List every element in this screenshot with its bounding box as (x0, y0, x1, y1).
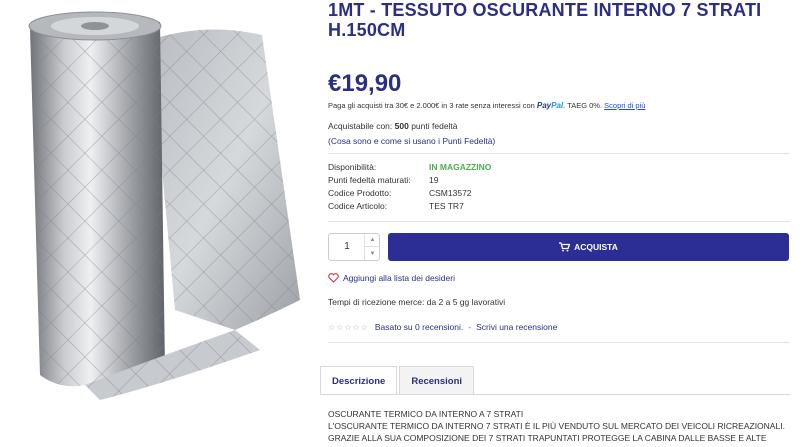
paypal-logo-pay: Pay (536, 101, 552, 110)
cart-icon (559, 242, 571, 252)
delivery-time: Tempi di ricezione merce: da 2 a 5 gg la… (328, 297, 506, 307)
paypal-learn-more-link[interactable]: Scopri di più (604, 101, 645, 110)
points-amount: 500 (394, 121, 409, 131)
tab-description[interactable]: Descrizione (320, 366, 398, 395)
product-specs: Disponibilità: IN MAGAZZINO Punti fedelt… (328, 162, 491, 214)
points-info-link[interactable]: (Cosa sono e come si usano i Punti Fedel… (328, 136, 495, 146)
reviews-count-link[interactable]: Basato su 0 recensioni. (375, 322, 463, 332)
add-to-wishlist-link[interactable]: Aggiungi alla lista dei desideri (328, 273, 455, 283)
reviews-summary: ☆☆☆☆☆ Basato su 0 recensioni. - Scrivi u… (328, 322, 557, 332)
spec-value: CSM13572 (429, 188, 472, 198)
spec-row-product-code: Codice Prodotto: CSM13572 (328, 188, 491, 201)
product-price: €19,90 (328, 70, 402, 97)
product-title: 1MT - TESSUTO OSCURANTE INTERNO 7 STRATI… (328, 0, 788, 40)
loyalty-points: Acquistabile con: 500 punti fedeltà (328, 121, 458, 131)
product-description: OSCURANTE TERMICO DA INTERNO A 7 STRATI … (328, 408, 790, 444)
stock-status: IN MAGAZZINO (429, 162, 492, 172)
quantity-decrease-button[interactable]: ▼ (365, 247, 380, 260)
chevron-up-icon: ▲ (369, 237, 376, 243)
heart-icon (328, 273, 339, 283)
spec-row-availability: Disponibilità: IN MAGAZZINO (328, 162, 491, 175)
product-tabs: Descrizione Recensioni (320, 366, 476, 395)
buy-button[interactable]: ACQUISTA (388, 233, 789, 261)
product-title-line2: H.150CM (328, 20, 406, 40)
paypal-logo-pal: Pal (551, 101, 564, 110)
wishlist-label: Aggiungi alla lista dei desideri (343, 273, 455, 283)
spec-value: 19 (429, 175, 439, 185)
chevron-down-icon: ▼ (369, 250, 376, 257)
tab-reviews-label: Recensioni (411, 375, 463, 387)
spec-label: Punti fedeltà maturati: (328, 175, 411, 185)
divider (328, 221, 790, 222)
tab-reviews[interactable]: Recensioni (399, 366, 475, 395)
paypal-installments: Paga gli acquisti tra 30€ e 2.000€ in 3 … (328, 101, 645, 110)
spec-label: Disponibilità: (328, 162, 377, 172)
quantity-stepper: 1 ▲ ▼ (328, 233, 380, 261)
divider (328, 153, 790, 154)
rating-stars-icon: ☆☆☆☆☆ (328, 322, 369, 332)
points-suffix: punti fedeltà (411, 121, 458, 131)
spec-label: Codice Prodotto: (328, 188, 392, 198)
spec-label: Codice Articolo: (328, 201, 388, 211)
buy-button-label: ACQUISTA (574, 242, 618, 252)
product-title-line1: 1MT - TESSUTO OSCURANTE INTERNO 7 STRATI (328, 0, 762, 20)
description-line: L'OSCURANTE TERMICO DA INTERNO 7 STRATI … (328, 421, 785, 431)
tab-description-label: Descrizione (332, 375, 386, 387)
paypal-logo: PayPal (537, 101, 563, 110)
quantity-buttons: ▲ ▼ (364, 234, 380, 260)
paypal-taeg: . TAEG 0%. (563, 101, 603, 110)
spec-row-points: Punti fedeltà maturati: 19 (328, 175, 491, 188)
reviews-separator: - (468, 322, 472, 332)
description-line: OSCURANTE TERMICO DA INTERNO A 7 STRATI (328, 409, 524, 419)
description-line: GRAZIE ALLA SUA COMPOSIZIONE DEI 7 STRAT… (328, 433, 767, 443)
write-review-link[interactable]: Scrivi una recensione (476, 322, 557, 332)
quantity-input[interactable]: 1 (329, 234, 365, 260)
paypal-text: Paga gli acquisti tra 30€ e 2.000€ in 3 … (328, 101, 535, 110)
divider (328, 342, 790, 343)
spec-value: TES TR7 (429, 201, 464, 211)
product-image (0, 0, 318, 447)
points-prefix: Acquistabile con: (328, 121, 393, 131)
spec-row-article-code: Codice Articolo: TES TR7 (328, 201, 491, 214)
tabs-divider (320, 394, 790, 395)
quantity-increase-button[interactable]: ▲ (365, 234, 380, 247)
